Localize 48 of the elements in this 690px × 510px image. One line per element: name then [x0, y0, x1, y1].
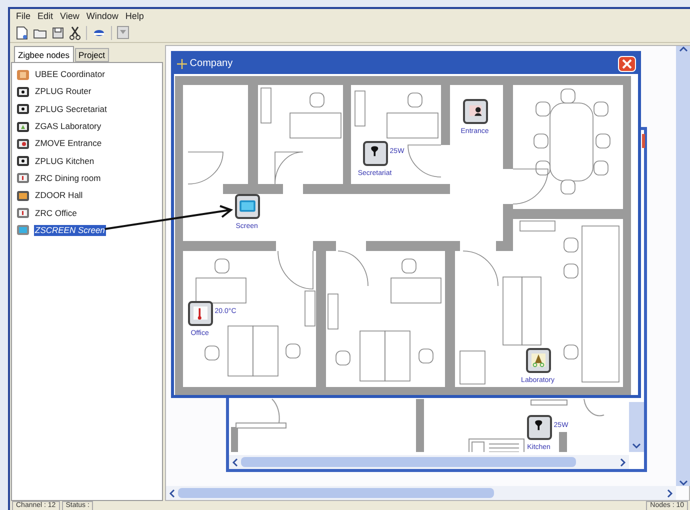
device-icon: [16, 207, 30, 220]
node-list-item[interactable]: ZDOOR Hall: [34, 190, 84, 202]
node-list-item[interactable]: ZRC Dining room: [34, 172, 102, 184]
node-list-item[interactable]: ZRC Office: [34, 208, 78, 219]
close-button[interactable]: [618, 56, 636, 72]
vertical-scrollbar[interactable]: [628, 402, 644, 452]
device-icon: [16, 103, 30, 116]
device-icon: [16, 155, 30, 168]
device-icon: [16, 138, 30, 150]
tab[interactable]: Zigbee nodes: [14, 46, 74, 62]
node-list-item[interactable]: ZGAS Laboratory: [34, 121, 102, 132]
close-button[interactable]: [642, 134, 645, 148]
device-icon: [16, 86, 30, 98]
node-list-item[interactable]: ZPLUG Secretariat: [34, 104, 108, 115]
device-icon: [16, 120, 30, 133]
device-icon: [16, 190, 30, 202]
new-file-icon[interactable]: [16, 26, 28, 40]
node-list-item[interactable]: ZSCREEN Screen: [34, 224, 106, 236]
device-icon[interactable]: [526, 415, 552, 440]
vertical-scrollbar[interactable]: [676, 46, 690, 486]
device-icon: [16, 172, 30, 184]
scissors-icon[interactable]: [69, 26, 81, 40]
save-icon[interactable]: [52, 26, 64, 38]
crosshair-icon: [176, 59, 187, 69]
menu-item[interactable]: Help: [125, 10, 144, 22]
device-icon[interactable]: [462, 99, 488, 124]
device-icon[interactable]: [526, 348, 551, 373]
scrollbar-thumb[interactable]: [178, 488, 494, 498]
horizontal-scrollbar[interactable]: [166, 486, 676, 500]
node-list-item[interactable]: ZPLUG Router: [34, 86, 92, 98]
menu-item[interactable]: Window: [86, 10, 118, 22]
horizontal-scrollbar[interactable]: [228, 455, 629, 469]
window-title: Company: [190, 58, 233, 70]
device-icon[interactable]: [188, 301, 213, 326]
node-list-item[interactable]: ZMOVE Entrance: [34, 138, 103, 150]
menu-item[interactable]: View: [60, 10, 80, 22]
close-icon[interactable]: [622, 59, 632, 69]
node-list-item[interactable]: ZPLUG Kitchen: [34, 156, 96, 167]
menu-item[interactable]: File: [16, 10, 31, 22]
scrollbar-thumb[interactable]: [240, 457, 576, 467]
tab[interactable]: Project: [74, 48, 109, 62]
device-icon: [16, 224, 30, 236]
device-icon[interactable]: [362, 141, 388, 166]
menu-item[interactable]: Edit: [38, 10, 54, 22]
node-list-item[interactable]: UBEE Coordinator: [34, 69, 106, 80]
device-icon[interactable]: [234, 194, 260, 219]
folder-icon[interactable]: [33, 26, 47, 38]
device-icon: [16, 68, 30, 81]
